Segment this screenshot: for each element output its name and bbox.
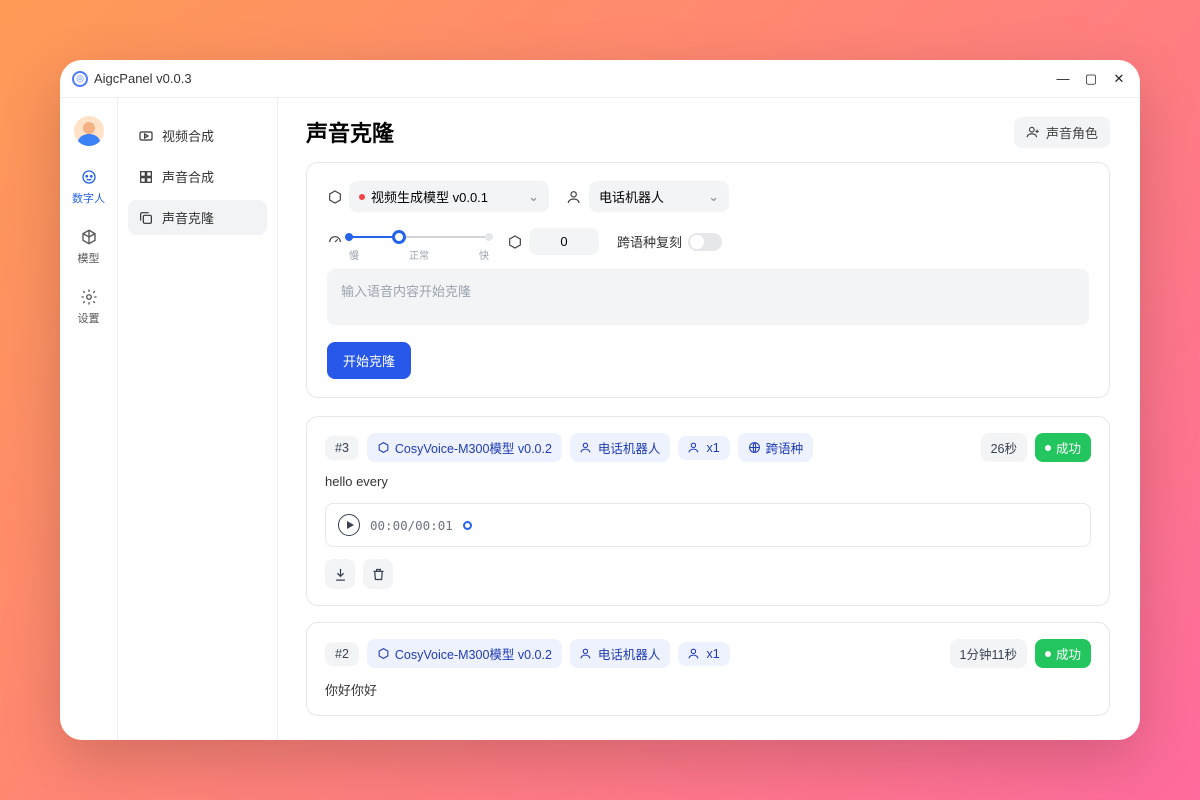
page-title: 声音克隆 (306, 116, 394, 148)
result-text: 你好你好 (325, 680, 1091, 699)
cross-lang-control: 跨语种复刻 (617, 232, 722, 251)
cube-icon (80, 228, 98, 246)
player-time: 00:00/00:01 (370, 518, 453, 533)
result-duration: 1分钟11秒 (950, 639, 1027, 668)
speed-slider[interactable]: 慢 正常 快 (349, 229, 489, 255)
user-avatar[interactable] (74, 116, 104, 146)
result-voice-chip: 电话机器人 (570, 639, 671, 668)
download-button[interactable] (325, 559, 355, 589)
result-status-badge: 成功 (1035, 433, 1091, 462)
main-content: 声音克隆 声音角色 视频生成模型 v0.0.1 ⌄ (278, 98, 1140, 740)
person-icon (580, 441, 593, 454)
person-icon (580, 647, 593, 660)
result-extra-chip: 跨语种 (738, 433, 814, 462)
person-icon (688, 441, 701, 454)
result-model-chip: CosyVoice-M300模型 v0.0.2 (367, 433, 562, 462)
slider-labels: 慢 正常 快 (349, 247, 489, 262)
subnav-label: 声音克隆 (162, 208, 214, 227)
subnav-label: 视频合成 (162, 126, 214, 145)
chevron-down-icon: ⌄ (708, 189, 719, 205)
result-id-chip: #3 (325, 436, 359, 460)
audio-icon (138, 169, 154, 185)
result-voice-chip: 电话机器人 (570, 433, 671, 462)
head-button-label: 声音角色 (1046, 123, 1098, 142)
model-select-control: 视频生成模型 v0.0.1 ⌄ (327, 181, 549, 212)
nav-item-settings[interactable]: 设置 (78, 288, 100, 326)
cross-lang-toggle[interactable] (688, 233, 722, 251)
nav-item-digital-human[interactable]: 数字人 (72, 168, 105, 206)
cube-icon (327, 189, 343, 205)
voice-select-control: 电话机器人 ⌄ (567, 181, 729, 212)
delete-button[interactable] (363, 559, 393, 589)
clone-form-panel: 视频生成模型 v0.0.1 ⌄ 电话机器人 ⌄ (306, 162, 1110, 398)
app-title: AigcPanel v0.0.3 (94, 71, 192, 86)
result-card: #3 CosyVoice-M300模型 v0.0.2 电话机器人 x1 (306, 416, 1110, 606)
cube-icon (377, 647, 390, 660)
result-id-chip: #2 (325, 642, 359, 666)
cube-icon (377, 441, 390, 454)
titlebar: ◎ AigcPanel v0.0.3 — ▢ ✕ (60, 60, 1140, 98)
app-window: ◎ AigcPanel v0.0.3 — ▢ ✕ 数字人 模型 设置 (60, 60, 1140, 740)
chevron-down-icon: ⌄ (528, 189, 539, 205)
model-select[interactable]: 视频生成模型 v0.0.1 ⌄ (349, 181, 549, 212)
minimize-button[interactable]: — (1056, 71, 1070, 87)
trash-icon (371, 567, 386, 582)
close-button[interactable]: ✕ (1112, 71, 1126, 87)
voice-select-value: 电话机器人 (599, 187, 664, 206)
voice-role-button[interactable]: 声音角色 (1014, 117, 1110, 148)
subnav-video-synth[interactable]: 视频合成 (128, 118, 267, 153)
sub-nav: 视频合成 声音合成 声音克隆 (118, 98, 278, 740)
progress-handle[interactable] (463, 521, 472, 530)
result-duration: 26秒 (981, 433, 1027, 462)
result-status-badge: 成功 (1035, 639, 1091, 668)
voice-select[interactable]: 电话机器人 ⌄ (589, 181, 729, 212)
seed-control (507, 228, 599, 255)
video-icon (138, 128, 154, 144)
app-logo-icon: ◎ (72, 71, 88, 87)
primary-nav: 数字人 模型 设置 (60, 98, 118, 740)
result-multiplier-chip: x1 (678, 436, 729, 460)
nav-label: 设置 (78, 310, 100, 326)
clone-icon (138, 210, 154, 226)
download-icon (333, 567, 348, 582)
result-text: hello every (325, 474, 1091, 489)
result-multiplier-chip: x1 (678, 642, 729, 666)
page-header: 声音克隆 声音角色 (306, 116, 1110, 148)
person-icon (567, 189, 583, 205)
robot-icon (80, 168, 98, 186)
nav-item-model[interactable]: 模型 (78, 228, 100, 266)
audio-player: 00:00/00:01 (325, 503, 1091, 547)
speed-control: 慢 正常 快 (327, 229, 489, 255)
globe-icon (748, 441, 761, 454)
model-select-value: 视频生成模型 v0.0.1 (371, 187, 488, 206)
subnav-voice-clone[interactable]: 声音克隆 (128, 200, 267, 235)
person-plus-icon (1026, 125, 1040, 139)
result-card: #2 CosyVoice-M300模型 v0.0.2 电话机器人 x1 (306, 622, 1110, 716)
speed-icon (327, 234, 343, 250)
nav-label: 数字人 (72, 190, 105, 206)
seed-input[interactable] (529, 228, 599, 255)
maximize-button[interactable]: ▢ (1084, 71, 1098, 87)
person-icon (688, 647, 701, 660)
cross-lang-label: 跨语种复刻 (617, 232, 682, 251)
subnav-label: 声音合成 (162, 167, 214, 186)
status-dot-icon (359, 194, 365, 200)
nav-label: 模型 (78, 250, 100, 266)
gear-icon (80, 288, 98, 306)
subnav-audio-synth[interactable]: 声音合成 (128, 159, 267, 194)
start-clone-button[interactable]: 开始克隆 (327, 342, 411, 379)
result-model-chip: CosyVoice-M300模型 v0.0.2 (367, 639, 562, 668)
play-button[interactable] (338, 514, 360, 536)
window-controls: — ▢ ✕ (1056, 71, 1126, 87)
clone-text-input[interactable] (327, 269, 1089, 325)
cube-icon (507, 234, 523, 250)
